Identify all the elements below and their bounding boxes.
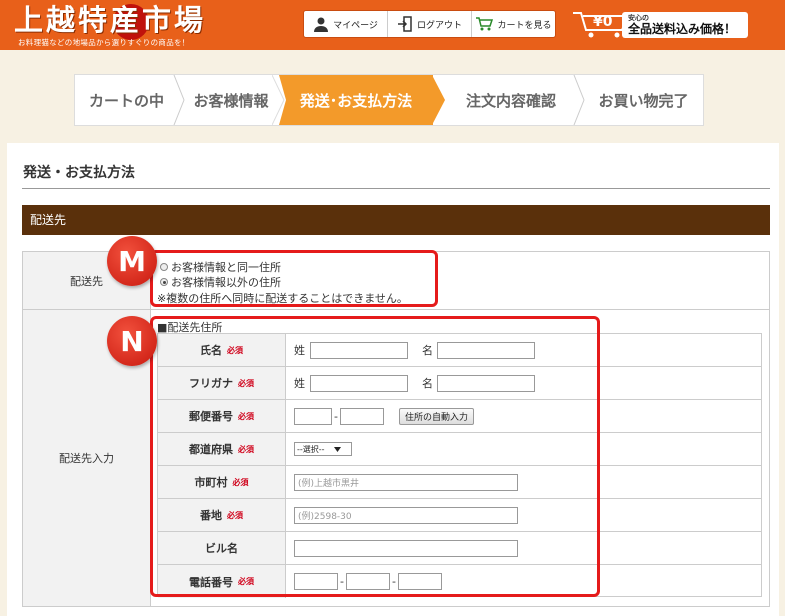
mypage-button[interactable]: マイページ	[304, 11, 388, 37]
title-divider	[22, 188, 770, 189]
checkout-steps: カートの中 お客様情報 発送･お支払方法 注文内容確認 お買い物完了	[74, 74, 704, 126]
step-confirm: 注文内容確認	[465, 91, 556, 110]
page-title: 発送・お支払方法	[23, 165, 135, 181]
cart-icon	[476, 17, 494, 31]
free-shipping-small: 安心の	[628, 14, 649, 22]
step-customer-info: お客様情報	[193, 91, 269, 110]
step-chevron-active-left	[272, 75, 286, 125]
highlight-box-m	[150, 250, 438, 307]
view-cart-label: カートを見る	[497, 20, 552, 31]
view-cart-button[interactable]: カートを見る	[472, 11, 555, 37]
logout-icon	[397, 16, 412, 32]
cart-total-value: ¥0	[593, 14, 613, 30]
free-shipping-badge: 安心の 全品送料込み価格！	[622, 12, 748, 38]
highlight-box-n	[150, 316, 600, 597]
step-shipping-payment: 発送･お支払方法	[279, 75, 433, 125]
logo-text: 上越特産市場	[14, 3, 207, 37]
user-icon	[314, 17, 329, 32]
logo-tagline: お料理猫などの地場品から選りすぐりの商品を！	[18, 38, 190, 47]
free-shipping-text: 全品送料込み価格！	[628, 22, 737, 36]
site-header: 上越特産市場 お料理猫などの地場品から選りすぐりの商品を！ マイページ ログアウ…	[0, 0, 785, 50]
logout-label: ログアウト	[416, 20, 462, 31]
step-cart: カートの中	[88, 91, 164, 110]
annotation-marker-n: N	[107, 316, 157, 366]
logout-button[interactable]: ログアウト	[388, 11, 472, 37]
step-complete: お買い物完了	[598, 91, 689, 110]
header-nav: マイページ ログアウト カートを見る	[303, 10, 556, 38]
annotation-marker-m: M	[107, 236, 157, 286]
site-logo[interactable]: 上越特産市場 お料理猫などの地場品から選りすぐりの商品を！	[14, 2, 229, 48]
step-chevron-active-right	[432, 75, 445, 125]
mypage-label: マイページ	[333, 20, 378, 31]
section-header: 配送先	[22, 205, 770, 235]
